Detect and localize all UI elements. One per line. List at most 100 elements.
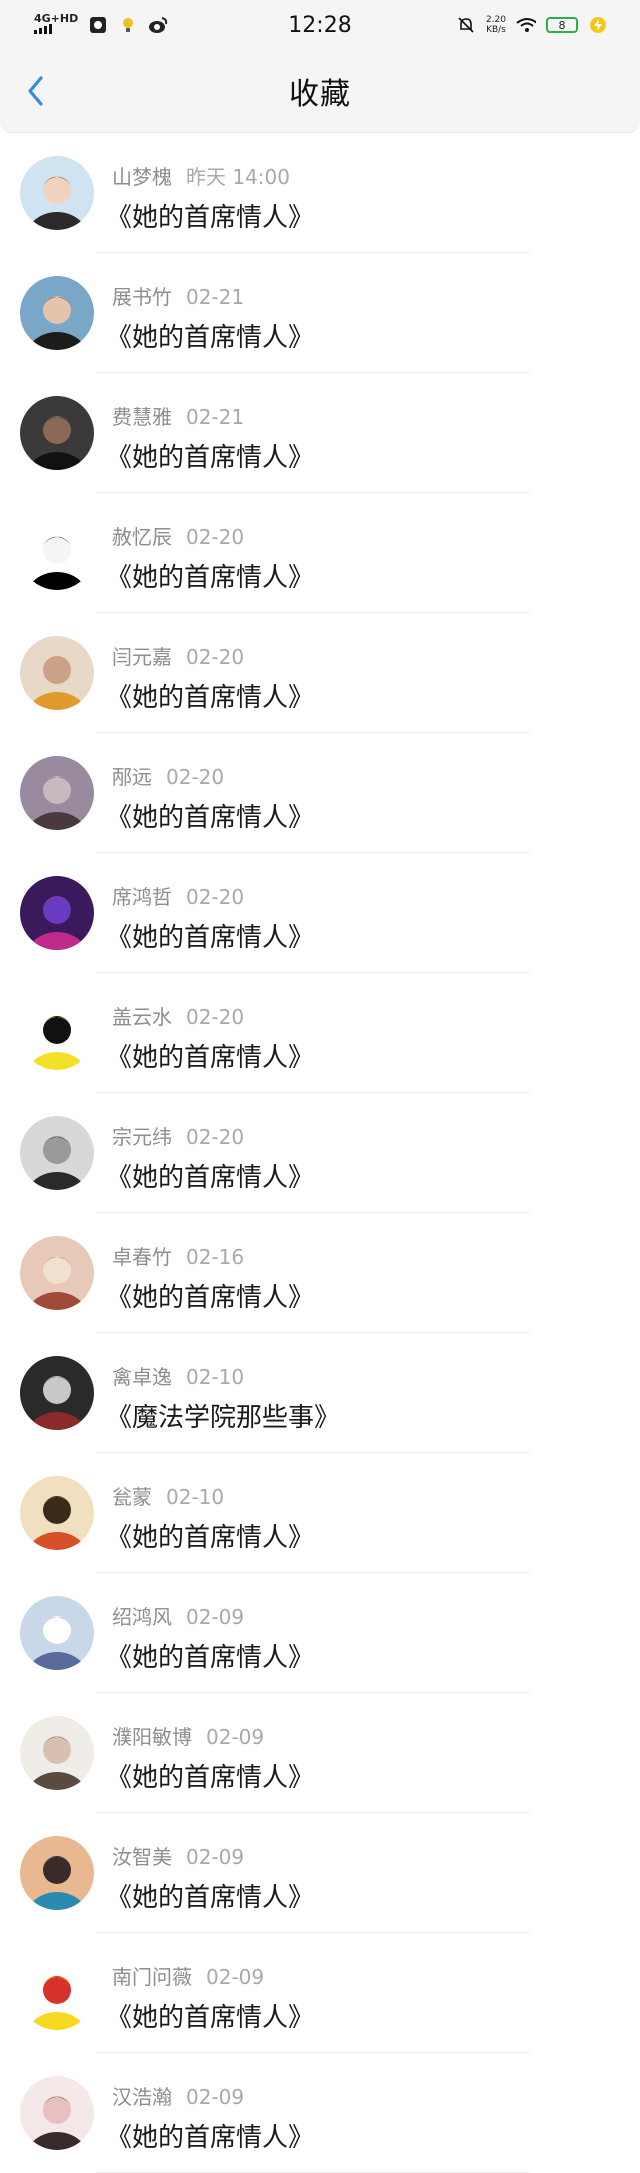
avatar[interactable] [20,1836,94,1910]
item-date: 02-16 [186,1245,245,1269]
header-bar: 收藏 [0,50,640,133]
list-item[interactable]: 赦忆辰 02-20 《她的首席情人》 [0,493,640,613]
list-item[interactable]: 卓春竹 02-16 《她的首席情人》 [0,1213,640,1333]
item-meta: 汝智美 02-09 [112,1841,244,1870]
status-right: 2.20 KB/s 8 [456,15,608,35]
avatar-image [20,156,94,230]
avatar-image [20,636,94,710]
book-title[interactable]: 《她的首席情人》 [106,1037,314,1074]
book-title[interactable]: 《她的首席情人》 [106,677,314,714]
list-item[interactable]: 宗元纬 02-20 《她的首席情人》 [0,1093,640,1213]
avatar-image [20,1836,94,1910]
battery-level: 8 [558,18,566,32]
list-item[interactable]: 汝智美 02-09 《她的首席情人》 [0,1813,640,1933]
user-name: 绍鸿风 [112,1605,172,1629]
network-speed: 2.20 KB/s [486,15,506,35]
user-name: 卓春竹 [112,1245,172,1269]
list-item[interactable]: 汉浩瀚 02-09 《她的首席情人》 [0,2053,640,2173]
avatar[interactable] [20,2076,94,2150]
book-title[interactable]: 《她的首席情人》 [106,197,314,234]
chevron-left-icon [28,76,43,106]
avatar[interactable] [20,1236,94,1310]
book-title[interactable]: 《她的首席情人》 [106,1277,314,1314]
user-name: 盖云水 [112,1005,172,1029]
book-title[interactable]: 《她的首席情人》 [106,1637,314,1674]
avatar[interactable] [20,636,94,710]
avatar[interactable] [20,1356,94,1430]
list-item[interactable]: 南门问薇 02-09 《她的首席情人》 [0,1933,640,2053]
book-title[interactable]: 《魔法学院那些事》 [106,1397,340,1434]
status-bar: 4G+HD 12:28 2.20 KB/s 8 [0,0,640,50]
back-button[interactable] [20,71,50,111]
item-date: 02-09 [186,1845,245,1869]
list-item[interactable]: 瓮蒙 02-10 《她的首席情人》 [0,1453,640,1573]
item-date: 02-09 [206,1725,265,1749]
book-title[interactable]: 《她的首席情人》 [106,557,314,594]
list-item[interactable]: 邴远 02-20 《她的首席情人》 [0,733,640,853]
avatar[interactable] [20,876,94,950]
status-time: 12:28 [288,12,352,38]
user-name: 濮阳敏博 [112,1725,192,1749]
avatar[interactable] [20,156,94,230]
book-title[interactable]: 《她的首席情人》 [106,437,314,474]
item-date: 02-20 [186,525,245,549]
item-meta: 汉浩瀚 02-09 [112,2081,244,2110]
book-title[interactable]: 《她的首席情人》 [106,1997,314,2034]
book-title[interactable]: 《她的首席情人》 [106,2117,314,2154]
avatar[interactable] [20,276,94,350]
user-name: 赦忆辰 [112,525,172,549]
avatar-image [20,756,94,830]
list-item[interactable]: 闫元嘉 02-20 《她的首席情人》 [0,613,640,733]
book-title[interactable]: 《她的首席情人》 [106,1877,314,1914]
item-date: 02-20 [166,765,225,789]
avatar-image [20,396,94,470]
avatar[interactable] [20,756,94,830]
list-item[interactable]: 席鸿哲 02-20 《她的首席情人》 [0,853,640,973]
app-notification-icon [88,15,108,35]
signal-bars-icon [34,24,52,34]
avatar[interactable] [20,1956,94,2030]
avatar[interactable] [20,516,94,590]
favorites-list: 山梦槐 昨天 14:00 《她的首席情人》 展书竹 02-21 《她的首席情人》 费慧雅 02… [0,133,640,2173]
book-title[interactable]: 《她的首席情人》 [106,317,314,354]
list-item[interactable]: 盖云水 02-20 《她的首席情人》 [0,973,640,1093]
user-name: 展书竹 [112,285,172,309]
signal-icon: 4G+HD [34,13,78,36]
book-title[interactable]: 《她的首席情人》 [106,1517,314,1554]
avatar[interactable] [20,996,94,1070]
item-meta: 南门问薇 02-09 [112,1961,264,1990]
avatar[interactable] [20,396,94,470]
book-title[interactable]: 《她的首席情人》 [106,1157,314,1194]
item-date: 02-20 [186,1125,245,1149]
avatar-image [20,2076,94,2150]
item-date: 02-09 [186,2085,245,2109]
user-name: 山梦槐 [112,165,172,189]
item-meta: 宗元纬 02-20 [112,1121,244,1150]
user-name: 汉浩瀚 [112,2085,172,2109]
list-item[interactable]: 费慧雅 02-21 《她的首席情人》 [0,373,640,493]
status-left: 4G+HD [34,13,168,36]
avatar[interactable] [20,1596,94,1670]
item-meta: 卓春竹 02-16 [112,1241,244,1270]
user-name: 闫元嘉 [112,645,172,669]
book-title[interactable]: 《她的首席情人》 [106,917,314,954]
avatar[interactable] [20,1476,94,1550]
list-item[interactable]: 禽卓逸 02-10 《魔法学院那些事》 [0,1333,640,1453]
avatar[interactable] [20,1116,94,1190]
list-item[interactable]: 展书竹 02-21 《她的首席情人》 [0,253,640,373]
list-item[interactable]: 濮阳敏博 02-09 《她的首席情人》 [0,1693,640,1813]
book-title[interactable]: 《她的首席情人》 [106,797,314,834]
item-date: 02-10 [166,1485,225,1509]
user-name: 瓮蒙 [112,1485,152,1509]
item-meta: 费慧雅 02-21 [112,401,244,430]
avatar-image [20,1596,94,1670]
user-name: 邴远 [112,765,152,789]
list-item[interactable]: 绍鸿风 02-09 《她的首席情人》 [0,1573,640,1693]
avatar[interactable] [20,1716,94,1790]
avatar-image [20,276,94,350]
book-title[interactable]: 《她的首席情人》 [106,1757,314,1794]
list-item[interactable]: 山梦槐 昨天 14:00 《她的首席情人》 [0,133,640,253]
item-date: 02-20 [186,885,245,909]
item-meta: 濮阳敏博 02-09 [112,1721,264,1750]
item-date: 02-09 [206,1965,265,1989]
